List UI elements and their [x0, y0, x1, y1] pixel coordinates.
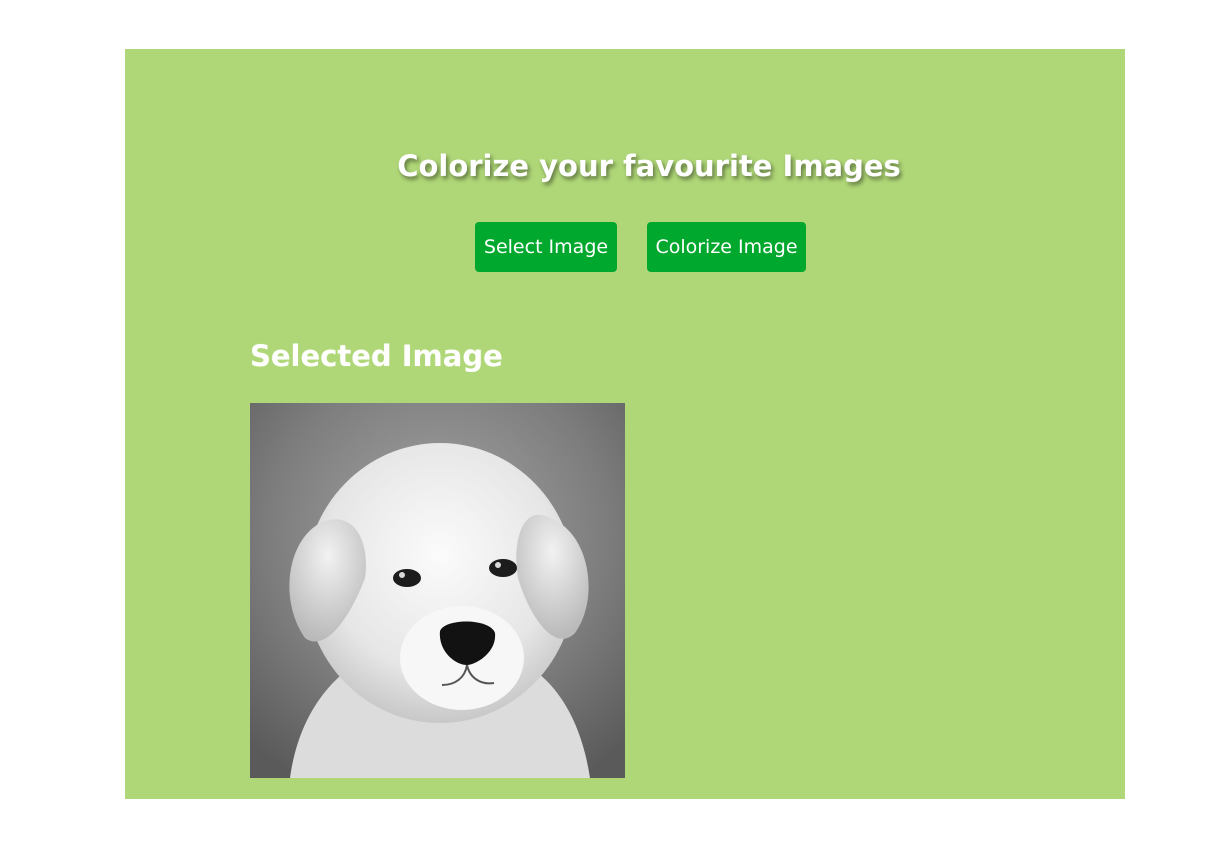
selected-image — [250, 403, 625, 778]
colorize-image-button[interactable]: Colorize Image — [647, 222, 806, 272]
main-panel: Colorize your favourite Images Select Im… — [125, 49, 1125, 799]
selected-image-heading: Selected Image — [250, 339, 503, 373]
page-title: Colorize your favourite Images — [397, 149, 901, 183]
select-image-button[interactable]: Select Image — [475, 222, 617, 272]
puppy-image — [250, 403, 625, 778]
